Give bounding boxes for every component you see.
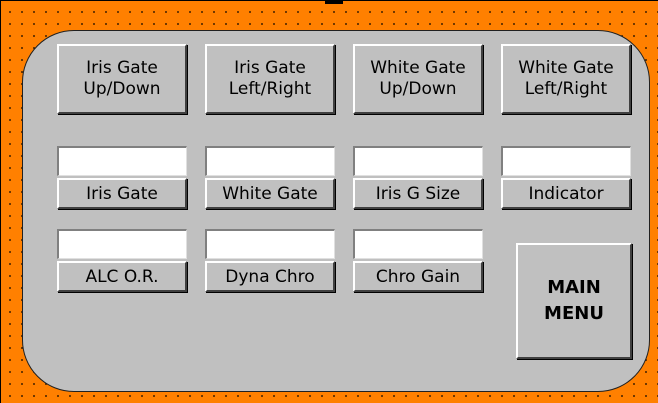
dyna-chro-field[interactable]: [205, 229, 335, 259]
white-gate-label: White Gate: [205, 178, 335, 209]
button-label: Iris Gate Left/Right: [228, 58, 312, 99]
iris-gate-field[interactable]: [57, 146, 187, 176]
button-label: White Gate Left/Right: [518, 58, 614, 99]
iris-g-size-label: Iris G Size: [353, 178, 483, 209]
main-menu-label: MAIN MENU: [544, 277, 604, 324]
alc-or-label: ALC O.R.: [57, 261, 187, 292]
indicator-field[interactable]: [501, 146, 631, 176]
main-menu-button[interactable]: MAIN MENU: [516, 243, 632, 359]
chro-gain-field[interactable]: [353, 229, 483, 259]
button-label: Iris Gate Up/Down: [83, 58, 161, 99]
iris-g-size-field[interactable]: [353, 146, 483, 176]
chro-gain-label: Chro Gain: [353, 261, 483, 292]
dyna-chro-label: Dyna Chro: [205, 261, 335, 292]
iris-gate-left-right-button[interactable]: Iris Gate Left/Right: [205, 44, 335, 114]
iris-gate-label: Iris Gate: [57, 178, 187, 209]
top-marker: [325, 0, 343, 4]
white-gate-left-right-button[interactable]: White Gate Left/Right: [501, 44, 631, 114]
white-gate-up-down-button[interactable]: White Gate Up/Down: [353, 44, 483, 114]
iris-gate-up-down-button[interactable]: Iris Gate Up/Down: [57, 44, 187, 114]
white-gate-field[interactable]: [205, 146, 335, 176]
alc-or-field[interactable]: [57, 229, 187, 259]
button-label: White Gate Up/Down: [370, 58, 466, 99]
indicator-label: Indicator: [501, 178, 631, 209]
